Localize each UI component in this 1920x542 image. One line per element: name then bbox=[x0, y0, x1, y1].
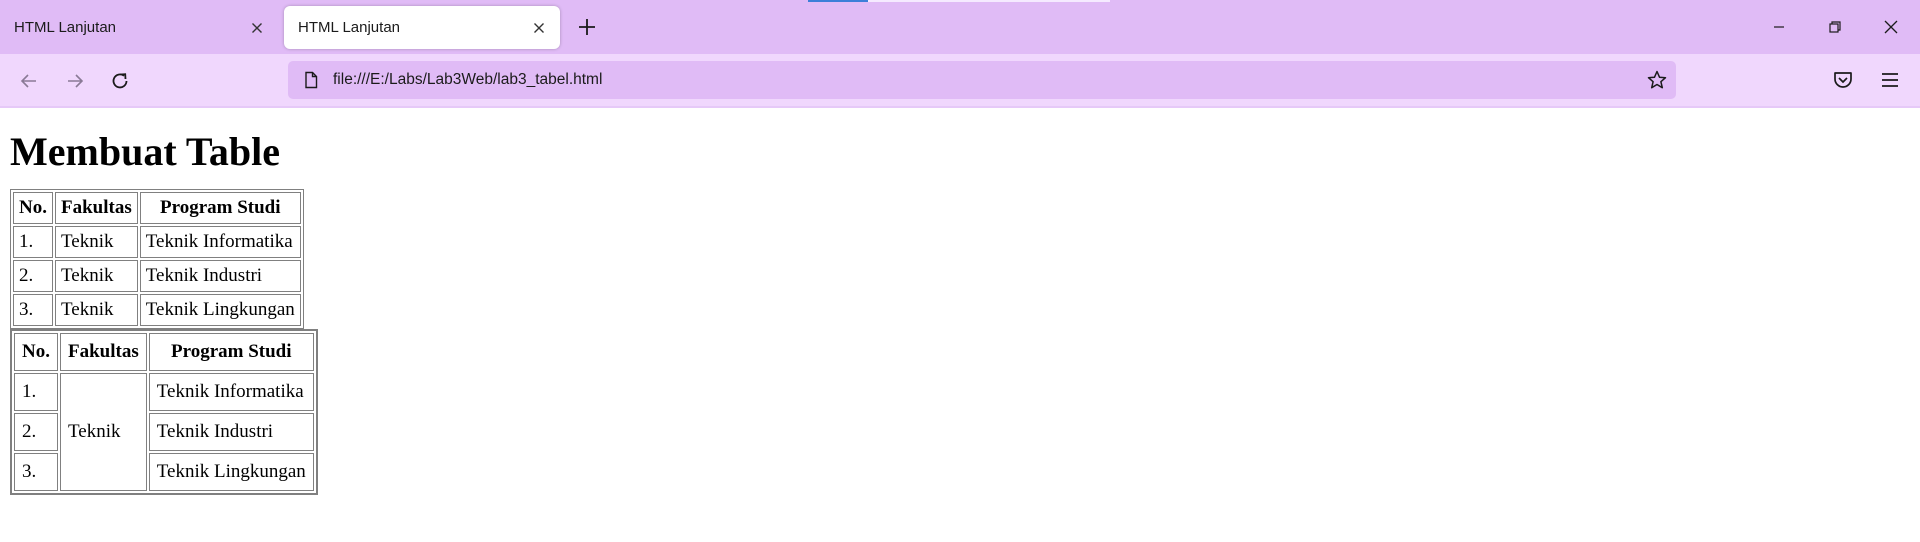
table-row: 1. Teknik Teknik Informatika bbox=[13, 226, 301, 258]
header-fakultas: Fakultas bbox=[59, 333, 147, 371]
header-no: No. bbox=[14, 333, 58, 371]
cell-no: 2. bbox=[13, 260, 53, 292]
nav-bar: file:///E:/Labs/Lab3Web/lab3_tabel.html bbox=[0, 54, 1920, 108]
table-row: 2. Teknik Teknik Industri bbox=[13, 260, 301, 292]
cell-fakultas: Teknik bbox=[54, 294, 138, 326]
header-program-studi: Program Studi bbox=[139, 192, 301, 224]
restore-icon[interactable] bbox=[1822, 14, 1848, 40]
header-no: No. bbox=[13, 192, 53, 224]
cell-no: 1. bbox=[13, 226, 53, 258]
window-close-icon[interactable] bbox=[1878, 14, 1904, 40]
close-tab-icon[interactable] bbox=[248, 19, 266, 37]
cell-no: 2. bbox=[14, 413, 58, 451]
tab-drag-area bbox=[868, 0, 1110, 2]
pocket-icon[interactable] bbox=[1831, 68, 1855, 92]
table-header-row: No. Fakultas Program Studi bbox=[14, 333, 314, 371]
tab-1[interactable]: HTML Lanjutan bbox=[0, 6, 278, 49]
page-heading: Membuat Table bbox=[10, 129, 281, 174]
cell-program-studi: Teknik Informatika bbox=[148, 373, 314, 411]
table-row: 1. Teknik Teknik Informatika bbox=[14, 373, 314, 491]
page-document-icon bbox=[301, 70, 321, 90]
close-tab-icon[interactable] bbox=[530, 19, 548, 37]
bookmark-star-icon[interactable] bbox=[1646, 69, 1668, 91]
cell-program-studi: Teknik Lingkungan bbox=[148, 453, 314, 491]
address-bar[interactable]: file:///E:/Labs/Lab3Web/lab3_tabel.html bbox=[288, 61, 1676, 99]
tab-2-active[interactable]: HTML Lanjutan bbox=[284, 6, 560, 49]
new-tab-plus-icon[interactable] bbox=[574, 14, 600, 40]
page-content: Membuat Table No. Fakultas Program Studi… bbox=[0, 108, 1920, 495]
cell-program-studi: Teknik Informatika bbox=[139, 226, 301, 258]
tab-title: HTML Lanjutan bbox=[14, 19, 116, 36]
table-row: 3. Teknik Lingkungan bbox=[14, 453, 314, 491]
hamburger-menu-icon[interactable] bbox=[1878, 68, 1902, 92]
tab-title: HTML Lanjutan bbox=[298, 19, 400, 36]
cell-fakultas: Teknik bbox=[54, 226, 138, 258]
table-rowspan: No. Fakultas Program Studi 1. Teknik Tek… bbox=[10, 329, 318, 495]
cell-no: 3. bbox=[13, 294, 53, 326]
url-text[interactable]: file:///E:/Labs/Lab3Web/lab3_tabel.html bbox=[333, 71, 602, 89]
cell-no: 1. bbox=[14, 373, 58, 411]
loading-indicator bbox=[808, 0, 868, 2]
cell-program-studi: Teknik Lingkungan bbox=[139, 294, 301, 326]
tab-bar: HTML Lanjutan HTML Lanjutan bbox=[0, 0, 1920, 54]
table-header-row: No. Fakultas Program Studi bbox=[13, 192, 301, 224]
table-row: 3. Teknik Teknik Lingkungan bbox=[13, 294, 301, 326]
header-fakultas: Fakultas bbox=[54, 192, 138, 224]
reload-icon[interactable] bbox=[107, 68, 133, 94]
cell-no: 3. bbox=[14, 453, 58, 491]
forward-arrow-icon[interactable] bbox=[62, 68, 88, 94]
table-row: 2. Teknik Industri bbox=[14, 413, 314, 451]
cell-program-studi: Teknik Industri bbox=[148, 413, 314, 451]
header-program-studi: Program Studi bbox=[148, 333, 314, 371]
cell-fakultas-merged: Teknik bbox=[59, 373, 147, 491]
minimize-icon[interactable] bbox=[1766, 14, 1792, 40]
cell-fakultas: Teknik bbox=[54, 260, 138, 292]
back-arrow-icon[interactable] bbox=[16, 68, 42, 94]
table-basic: No. Fakultas Program Studi 1. Teknik Tek… bbox=[10, 189, 304, 329]
cell-program-studi: Teknik Industri bbox=[139, 260, 301, 292]
